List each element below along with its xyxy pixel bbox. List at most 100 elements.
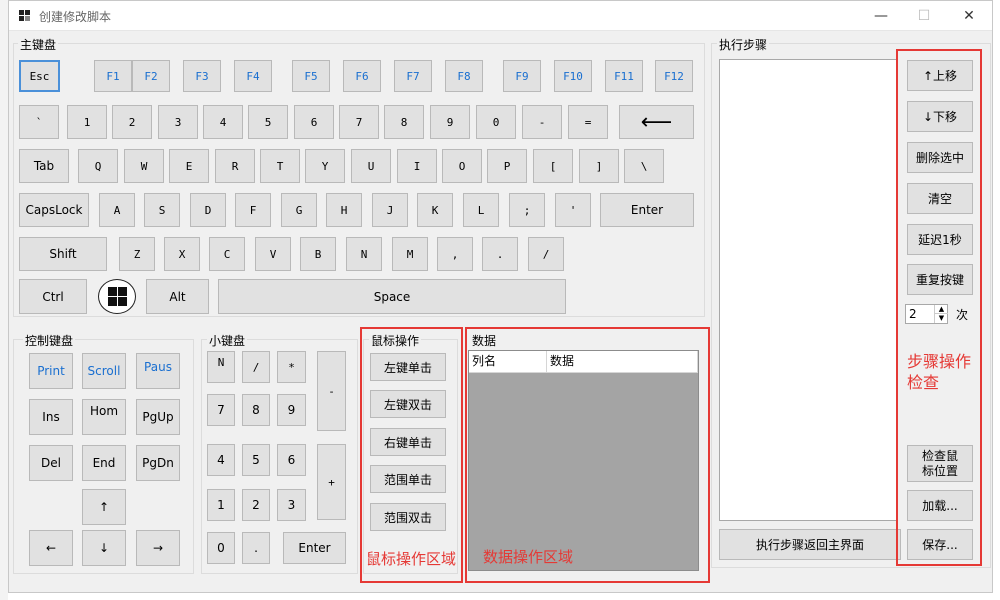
key-row3-5[interactable]: G [281, 193, 317, 227]
numpad-key-8[interactable]: 4 [207, 444, 235, 476]
mouse-button-0[interactable]: 左键单击 [370, 353, 446, 381]
key-ctrl[interactable]: Ctrl [19, 279, 87, 314]
steps-list[interactable] [719, 59, 898, 521]
key-w[interactable]: W [124, 149, 164, 183]
move-up-button[interactable]: ↑上移 [907, 60, 973, 91]
key-row4-9[interactable]: . [482, 237, 518, 271]
key-i[interactable]: I [397, 149, 437, 183]
key-f7[interactable]: F7 [394, 60, 432, 92]
key-f2[interactable]: F2 [132, 60, 170, 92]
key-row1-5[interactable]: 5 [248, 105, 288, 139]
key-f6[interactable]: F6 [343, 60, 381, 92]
key-f8[interactable]: F8 [445, 60, 483, 92]
control-key-6[interactable]: Del [29, 445, 73, 481]
data-grid[interactable]: 列名 数据 [468, 350, 699, 571]
key-row1-3[interactable]: 3 [158, 105, 198, 139]
key-f3[interactable]: F3 [183, 60, 221, 92]
key-row3-3[interactable]: D [190, 193, 226, 227]
key-[[interactable]: [ [533, 149, 573, 183]
key-row4-4[interactable]: V [255, 237, 291, 271]
control-key-10[interactable]: ← [29, 530, 73, 566]
key-f5[interactable]: F5 [292, 60, 330, 92]
move-down-button[interactable]: ↓下移 [907, 101, 973, 132]
key-u[interactable]: U [351, 149, 391, 183]
key-shift[interactable]: Shift [19, 237, 107, 271]
key-enter[interactable]: Enter [600, 193, 694, 227]
key-row1-9[interactable]: 9 [430, 105, 470, 139]
key-row3-10[interactable]: ; [509, 193, 545, 227]
key-e[interactable]: E [169, 149, 209, 183]
key-row3-9[interactable]: L [463, 193, 499, 227]
key-q[interactable]: Q [78, 149, 118, 183]
minimize-button[interactable]: — [858, 1, 904, 31]
key-][interactable]: ] [579, 149, 619, 183]
key-p[interactable]: P [487, 149, 527, 183]
control-key-0[interactable]: Print [29, 353, 73, 389]
key-row3-8[interactable]: K [417, 193, 453, 227]
key-row4-5[interactable]: B [300, 237, 336, 271]
key-row4-10[interactable]: / [528, 237, 564, 271]
key-row3-7[interactable]: J [372, 193, 408, 227]
close-button[interactable]: ✕ [946, 1, 992, 31]
numpad-key-7[interactable]: + [317, 444, 346, 520]
control-key-2[interactable]: Paus [136, 353, 180, 389]
key-f4[interactable]: F4 [234, 60, 272, 92]
key-row3-2[interactable]: S [144, 193, 180, 227]
key-f10[interactable]: F10 [554, 60, 592, 92]
key-space[interactable]: Space [218, 279, 566, 314]
numpad-key-4[interactable]: 7 [207, 394, 235, 426]
key-row4-6[interactable]: N [346, 237, 382, 271]
clear-button[interactable]: 清空 [907, 183, 973, 214]
return-to-main-button[interactable]: 执行步骤返回主界面 [719, 529, 901, 560]
numpad-key-3[interactable]: - [317, 351, 346, 431]
control-key-11[interactable]: ↓ [82, 530, 126, 566]
key-row3-1[interactable]: A [99, 193, 135, 227]
key-f11[interactable]: F11 [605, 60, 643, 92]
key-row1-2[interactable]: 2 [112, 105, 152, 139]
key-row1-8[interactable]: 8 [384, 105, 424, 139]
control-key-9[interactable]: ↑ [82, 489, 126, 525]
control-key-8[interactable]: PgDn [136, 445, 180, 481]
load-button[interactable]: 加载... [907, 490, 973, 521]
key-row1-4[interactable]: 4 [203, 105, 243, 139]
key-f12[interactable]: F12 [655, 60, 693, 92]
mouse-button-4[interactable]: 范围双击 [370, 503, 446, 531]
key-row1-0[interactable]: ` [19, 105, 59, 139]
column-header-name[interactable]: 列名 [469, 351, 547, 373]
key-row3-11[interactable]: ' [555, 193, 591, 227]
key-row1-7[interactable]: 7 [339, 105, 379, 139]
key-t[interactable]: T [260, 149, 300, 183]
backspace-key[interactable]: ⟵ [619, 105, 694, 139]
control-key-5[interactable]: PgUp [136, 399, 180, 435]
key-\[interactable]: \ [624, 149, 664, 183]
key-row1-6[interactable]: 6 [294, 105, 334, 139]
key-o[interactable]: O [442, 149, 482, 183]
key-y[interactable]: Y [305, 149, 345, 183]
key-esc[interactable]: Esc [19, 60, 60, 92]
repeat-key-button[interactable]: 重复按键 [907, 264, 973, 295]
key-row3-4[interactable]: F [235, 193, 271, 227]
key-r[interactable]: R [215, 149, 255, 183]
column-header-data[interactable]: 数据 [547, 351, 698, 373]
key-row4-1[interactable]: Z [119, 237, 155, 271]
delete-selected-button[interactable]: 删除选中 [907, 142, 973, 173]
control-key-3[interactable]: Ins [29, 399, 73, 435]
mouse-button-1[interactable]: 左键双击 [370, 390, 446, 418]
numpad-key-1[interactable]: / [242, 351, 270, 383]
key-row1-12[interactable]: = [568, 105, 608, 139]
key-row4-2[interactable]: X [164, 237, 200, 271]
numpad-key-6[interactable]: 9 [277, 394, 306, 426]
numpad-key-13[interactable]: 3 [277, 489, 306, 521]
key-alt[interactable]: Alt [146, 279, 209, 314]
numpad-key-15[interactable]: . [242, 532, 270, 564]
control-key-12[interactable]: → [136, 530, 180, 566]
spinner-up-icon[interactable]: ▲ [934, 305, 948, 314]
repeat-count-value[interactable]: 2 [909, 307, 917, 321]
key-row4-7[interactable]: M [392, 237, 428, 271]
key-f1[interactable]: F1 [94, 60, 132, 92]
control-key-7[interactable]: End [82, 445, 126, 481]
numpad-key-5[interactable]: 8 [242, 394, 270, 426]
key-f9[interactable]: F9 [503, 60, 541, 92]
maximize-button[interactable]: ☐ [901, 1, 947, 31]
key-row4-3[interactable]: C [209, 237, 245, 271]
